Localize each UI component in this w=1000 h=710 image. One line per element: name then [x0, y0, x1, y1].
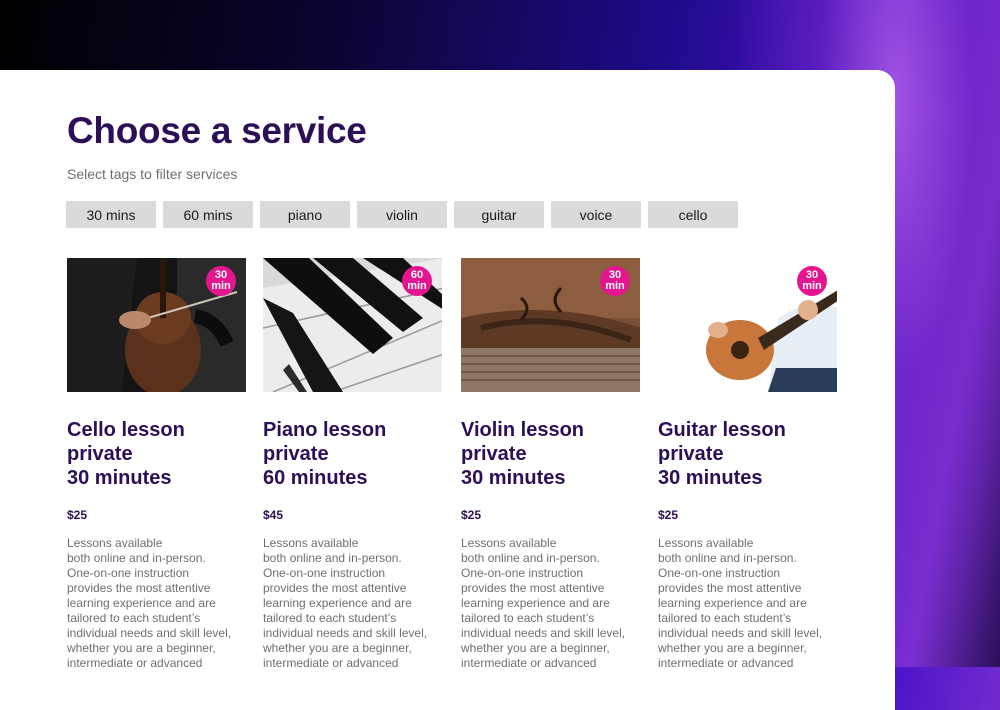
tag-voice[interactable]: voice — [551, 201, 641, 228]
service-card-guitar[interactable]: 30 min Guitar lesson private 30 minutes $… — [658, 258, 840, 671]
tag-violin[interactable]: violin — [357, 201, 447, 228]
tag-guitar[interactable]: guitar — [454, 201, 544, 228]
service-price: $25 — [658, 508, 679, 522]
service-title: Piano lesson private 60 minutes — [263, 419, 387, 489]
cello-photo: 30 min — [67, 258, 246, 392]
page-title: Choose a service — [67, 110, 367, 151]
tag-piano[interactable]: piano — [260, 201, 350, 228]
service-card-cello[interactable]: 30 min Cello lesson private 30 minutes $2… — [67, 258, 249, 671]
service-description: Lessons available both online and in-per… — [67, 536, 232, 670]
guitar-photo: 30 min — [658, 258, 837, 392]
service-description: Lessons available both online and in-per… — [461, 536, 626, 670]
service-title: Guitar lesson private 30 minutes — [658, 419, 786, 489]
service-card-violin[interactable]: 30 min Violin lesson private 30 minutes $… — [461, 258, 643, 671]
duration-badge: 60 min — [402, 266, 432, 296]
duration-badge: 30 min — [206, 266, 236, 296]
service-description: Lessons available both online and in-per… — [658, 536, 823, 670]
filter-hint: Select tags to filter services — [67, 166, 238, 182]
service-price: $25 — [67, 508, 88, 522]
violin-photo: 30 min — [461, 258, 640, 392]
service-title: Cello lesson private 30 minutes — [67, 419, 185, 489]
tag-60-mins[interactable]: 60 mins — [163, 201, 253, 228]
service-panel: Choose a service Select tags to filter s… — [0, 70, 895, 710]
service-price: $25 — [461, 508, 482, 522]
tag-cello[interactable]: cello — [648, 201, 738, 228]
tag-30-mins[interactable]: 30 mins — [66, 201, 156, 228]
piano-keys-photo: 60 min — [263, 258, 442, 392]
tag-filter-bar: 30 mins 60 mins piano violin guitar voic… — [66, 201, 738, 228]
service-description: Lessons available both online and in-per… — [263, 536, 428, 670]
duration-badge: 30 min — [600, 266, 630, 296]
service-card-piano[interactable]: 60 min Piano lesson private 60 minutes $4… — [263, 258, 445, 671]
duration-badge: 30 min — [797, 266, 827, 296]
service-price: $45 — [263, 508, 284, 522]
service-title: Violin lesson private 30 minutes — [461, 419, 584, 489]
